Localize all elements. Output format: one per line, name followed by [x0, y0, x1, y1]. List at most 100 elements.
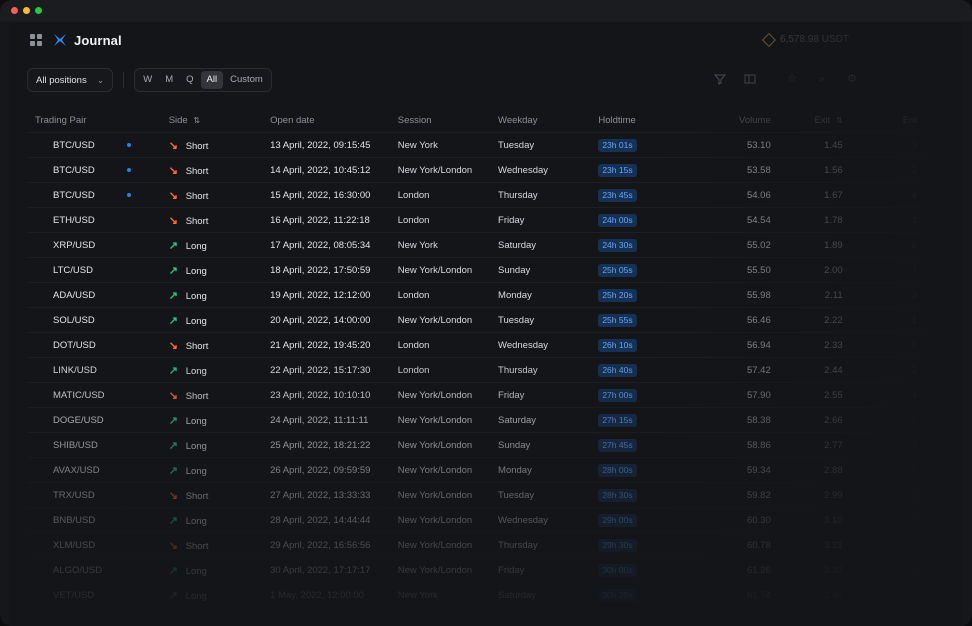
- cell-exit: 2.00: [824, 264, 843, 276]
- arrow-up-right-icon: ↗: [168, 414, 178, 427]
- period-custom-button[interactable]: Custom: [224, 71, 269, 89]
- period-all-button[interactable]: All: [200, 71, 224, 89]
- cell-weekday: Friday: [498, 564, 525, 576]
- pair-label: LTC/USD: [53, 264, 93, 276]
- header-weekday[interactable]: Weekday: [492, 108, 592, 133]
- table-row[interactable]: ALGO/USD ↗ Long 30 April, 2022, 17:17:17 New…: [27, 557, 947, 583]
- table-row[interactable]: BTC/USD ↘ Short 15 April, 2022, 16:30:00 Lon…: [27, 182, 947, 208]
- period-q-button[interactable]: Q: [180, 71, 199, 89]
- cell-holdtime: 24h 30s: [592, 233, 679, 258]
- cell-trading-pair: ETH/USD: [27, 208, 157, 233]
- table-body: BTC/USD ↘ Short 13 April, 2022, 09:15:45 New…: [27, 132, 947, 608]
- table-row[interactable]: VET/USD ↗ Long 1 May, 2022, 12:00:00 New Yor…: [27, 582, 947, 608]
- cell-exit: 1.67: [824, 189, 843, 201]
- table-row[interactable]: ADA/USD ↗ Long 19 April, 2022, 12:12:00 Lond…: [27, 282, 947, 308]
- pair-label: ADA/USD: [53, 289, 96, 301]
- sort-icon: ⇅: [193, 115, 201, 125]
- table-row[interactable]: ETH/USD ↘ Short 16 April, 2022, 11:22:18 Lon…: [27, 207, 947, 233]
- table-row[interactable]: XRP/USD ↗ Long 17 April, 2022, 08:05:34 New …: [27, 232, 947, 258]
- pair-label: DOGE/USD: [53, 414, 104, 426]
- pair-label: BTC/USD: [53, 139, 95, 151]
- side-label: Long: [185, 240, 207, 252]
- table-tools: ☆ ⌕ ⚙: [713, 73, 858, 85]
- table-row[interactable]: LINK/USD ↗ Long 22 April, 2022, 15:17:30 Lon…: [27, 357, 947, 383]
- side-label: Short: [185, 165, 209, 177]
- cell-trading-pair: XLM/USD: [27, 533, 157, 558]
- table-row[interactable]: MATIC/USD ↘ Short 23 April, 2022, 10:10:10 N…: [27, 382, 947, 408]
- cell-holdtime: 27h 15s: [592, 408, 679, 433]
- cell-holdtime: 23h 01s: [592, 133, 679, 158]
- holdtime-badge: 29h 00s: [598, 513, 637, 527]
- side-label: Long: [185, 365, 207, 377]
- cell-side: ↗ Long: [157, 233, 266, 258]
- cell-volume: 54.06: [746, 189, 771, 201]
- star-icon[interactable]: ☆: [786, 73, 798, 85]
- cell-session: New York/London: [397, 464, 473, 476]
- holdtime-badge: 25h 55s: [598, 313, 637, 327]
- cell-last: 2: [911, 489, 917, 501]
- settings-icon[interactable]: ⚙: [846, 73, 858, 85]
- close-window-button[interactable]: [11, 7, 18, 14]
- table-row[interactable]: SOL/USD ↗ Long 20 April, 2022, 14:00:00 New …: [27, 307, 947, 333]
- cell-side: ↘ Short: [157, 483, 266, 508]
- maximize-window-button[interactable]: [35, 7, 42, 14]
- header-exit[interactable]: Exit ⇅: [779, 108, 851, 133]
- cell-last: 7: [911, 264, 917, 276]
- header-volume[interactable]: Volume: [679, 108, 778, 133]
- unread-dot-icon: [127, 143, 131, 147]
- cell-side: ↗ Long: [157, 583, 266, 608]
- table-row[interactable]: LTC/USD ↗ Long 18 April, 2022, 17:50:59 New …: [27, 257, 947, 283]
- cell-exit: 2.33: [824, 339, 843, 351]
- app-window: Journal 6,578.98 USDT All positions ⌄ WM…: [0, 0, 972, 626]
- table-row[interactable]: SHIB/USD ↗ Long 25 April, 2022, 18:21:22 New…: [27, 432, 947, 458]
- header-open-date[interactable]: Open date: [266, 108, 392, 133]
- cell-open-date: 17 April, 2022, 08:05:34: [270, 239, 371, 251]
- header-holdtime[interactable]: Holdtime: [592, 108, 679, 133]
- table-row[interactable]: DOT/USD ↘ Short 21 April, 2022, 19:45:20 Lon…: [27, 332, 947, 358]
- arrow-down-right-icon: ↘: [168, 539, 178, 552]
- table-row[interactable]: AVAX/USD ↗ Long 26 April, 2022, 09:59:59 New…: [27, 457, 947, 483]
- cell-side: ↗ Long: [157, 308, 266, 333]
- period-w-button[interactable]: W: [137, 71, 158, 89]
- app-main: Journal 6,578.98 USDT All positions ⌄ WM…: [10, 22, 962, 626]
- table-row[interactable]: DOGE/USD ↗ Long 24 April, 2022, 11:11:11 New…: [27, 407, 947, 433]
- cell-last: 1: [911, 214, 917, 226]
- header-trading-pair[interactable]: Trading Pair: [27, 108, 157, 133]
- cell-exit: 2.99: [824, 489, 843, 501]
- cell-open-date: 18 April, 2022, 17:50:59: [270, 264, 371, 276]
- table-row[interactable]: BNB/USD ↗ Long 28 April, 2022, 14:44:44 New …: [27, 507, 947, 533]
- cell-last: 2: [911, 164, 917, 176]
- sort-icon: ⇅: [835, 115, 843, 125]
- cell-session: London: [397, 339, 430, 351]
- table-row[interactable]: XLM/USD ↘ Short 29 April, 2022, 16:56:56 New…: [27, 532, 947, 558]
- cell-side: ↗ Long: [157, 408, 266, 433]
- cell-weekday: Thursday: [498, 189, 538, 201]
- filter-icon[interactable]: [713, 73, 727, 85]
- table-row[interactable]: TRX/USD ↘ Short 27 April, 2022, 13:33:33 New…: [27, 482, 947, 508]
- cell-trading-pair: MATIC/USD: [27, 383, 157, 408]
- filter-toolbar: All positions ⌄ W M Q All Custom: [27, 68, 272, 92]
- holdtime-badge: 26h 40s: [598, 363, 637, 377]
- positions-dropdown[interactable]: All positions ⌄: [27, 68, 114, 92]
- columns-icon[interactable]: [744, 73, 756, 85]
- header-session[interactable]: Session: [392, 108, 492, 133]
- cell-weekday: Tuesday: [498, 139, 535, 151]
- search-icon[interactable]: ⌕: [816, 73, 828, 85]
- cell-session: New York/London: [397, 489, 473, 501]
- app-title: Journal: [74, 33, 122, 48]
- cell-open-date: 21 April, 2022, 19:45:20: [270, 339, 371, 351]
- cell-open-date: 19 April, 2022, 12:12:00: [270, 289, 371, 301]
- cell-exit: 2.55: [824, 389, 843, 401]
- header-side[interactable]: Side ⇅: [157, 108, 266, 133]
- minimize-window-button[interactable]: [23, 7, 30, 14]
- cell-holdtime: 25h 20s: [592, 283, 679, 308]
- holdtime-badge: 25h 20s: [598, 288, 637, 302]
- cell-open-date: 24 April, 2022, 11:11:11: [270, 414, 369, 426]
- arrow-down-right-icon: ↘: [168, 489, 178, 502]
- cell-weekday: Sunday: [498, 439, 531, 451]
- table-row[interactable]: BTC/USD ↘ Short 13 April, 2022, 09:15:45 New…: [27, 132, 947, 158]
- apps-grid-icon[interactable]: [30, 34, 42, 46]
- header-last[interactable]: Ent: [851, 108, 947, 133]
- table-row[interactable]: BTC/USD ↘ Short 14 April, 2022, 10:45:12 New…: [27, 157, 947, 183]
- period-m-button[interactable]: M: [159, 71, 179, 89]
